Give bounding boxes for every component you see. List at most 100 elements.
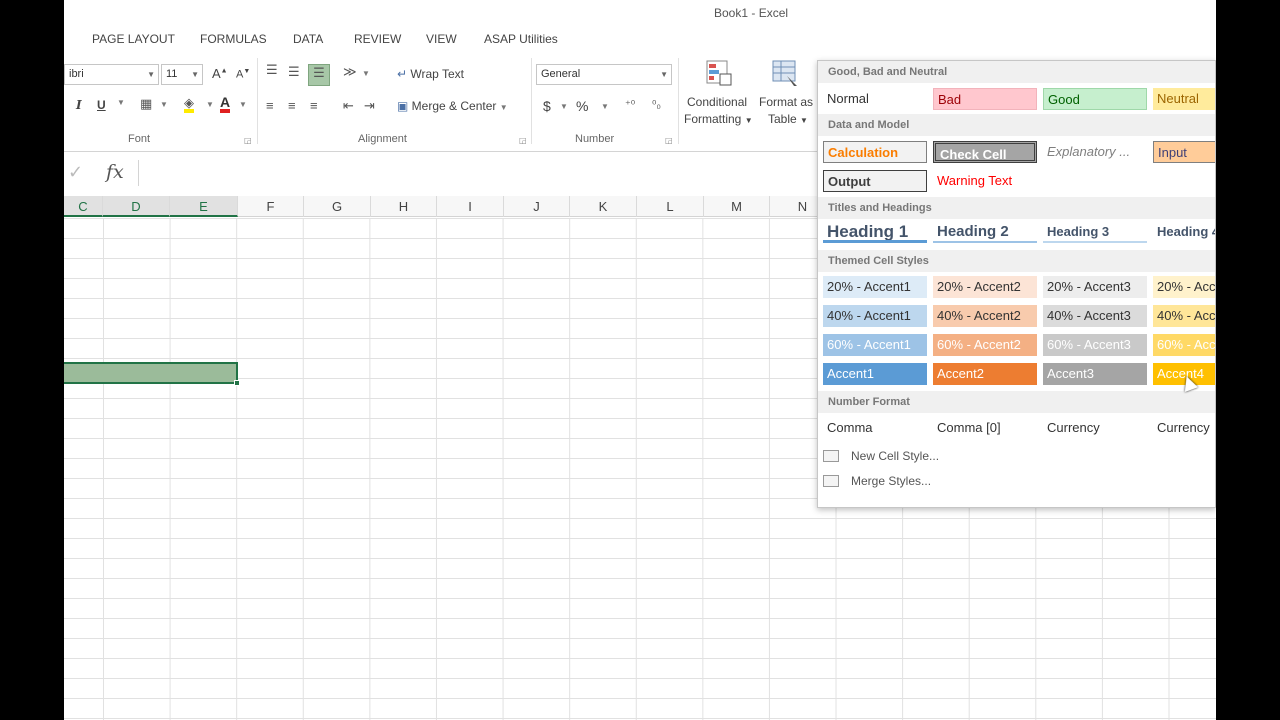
style-warning-text[interactable]: Warning Text <box>933 170 1037 192</box>
font-color-icon[interactable]: A <box>220 95 231 113</box>
dialog-launcher-icon[interactable]: ◲ <box>244 136 252 145</box>
tab-formulas[interactable]: FORMULAS <box>200 32 267 46</box>
decrease-indent-icon[interactable]: ⇤ <box>343 98 354 114</box>
tab-asap-utilities[interactable]: ASAP Utilities <box>484 32 558 46</box>
conditional-formatting-sub[interactable]: Formatting ▼ <box>684 112 753 126</box>
style-20-accent1[interactable]: 20% - Accent1 <box>823 276 927 298</box>
style-currency-0[interactable]: Currency <box>1153 417 1215 439</box>
comma-dropdown[interactable]: ▼ <box>601 102 609 111</box>
align-right-icon[interactable]: ≡ <box>310 98 318 113</box>
fill-color-icon[interactable]: ◈ <box>184 95 194 113</box>
align-left-icon[interactable]: ≡ <box>266 98 274 113</box>
shrink-font-button[interactable]: A▼ <box>236 68 250 81</box>
style-heading-1[interactable]: Heading 1 <box>823 221 927 243</box>
style-explanatory[interactable]: Explanatory ... <box>1043 141 1147 163</box>
style-check-cell[interactable]: Check Cell <box>933 141 1037 163</box>
style-output[interactable]: Output <box>823 170 927 192</box>
fill-handle[interactable] <box>234 380 240 386</box>
chevron-down-icon: ▼ <box>660 70 668 79</box>
italic-button[interactable]: I <box>76 98 82 112</box>
style-60-accent3[interactable]: 60% - Accent3 <box>1043 334 1147 356</box>
currency-dropdown[interactable]: ▼ <box>560 102 568 111</box>
number-format-combo[interactable]: General ▼ <box>536 64 672 85</box>
insert-function-button[interactable]: fx <box>106 161 124 183</box>
style-20-accent4[interactable]: 20% - Accent4 <box>1153 276 1215 298</box>
tab-view[interactable]: VIEW <box>426 32 457 46</box>
style-good[interactable]: Good <box>1043 88 1147 110</box>
column-header-i[interactable]: I <box>437 196 504 217</box>
style-60-accent2[interactable]: 60% - Accent2 <box>933 334 1037 356</box>
section-titles-headings: Titles and Headings <box>818 197 1215 219</box>
orientation-dropdown[interactable]: ▼ <box>362 69 370 78</box>
dialog-launcher-icon[interactable]: ◲ <box>519 136 527 145</box>
style-normal[interactable]: Normal <box>823 88 927 110</box>
column-header-h[interactable]: H <box>371 196 437 217</box>
style-input[interactable]: Input <box>1153 141 1215 163</box>
style-accent1[interactable]: Accent1 <box>823 363 927 385</box>
merge-center-button[interactable]: ▣ Merge & Center ▼ <box>397 99 508 113</box>
dialog-launcher-icon[interactable]: ◲ <box>665 136 673 145</box>
style-heading-4[interactable]: Heading 4 <box>1153 221 1215 243</box>
new-cell-style-item[interactable]: New Cell Style... <box>823 449 939 469</box>
style-40-accent2[interactable]: 40% - Accent2 <box>933 305 1037 327</box>
new-cell-style-label: New Cell Style... <box>851 449 940 463</box>
style-heading-3[interactable]: Heading 3 <box>1043 221 1147 243</box>
style-currency[interactable]: Currency <box>1043 417 1147 439</box>
selected-range[interactable] <box>64 362 240 386</box>
format-as-table-button[interactable]: Format as <box>759 95 813 109</box>
enter-check-icon[interactable]: ✓ <box>68 162 83 183</box>
column-header-c[interactable]: C <box>64 196 103 217</box>
column-header-e[interactable]: E <box>170 196 238 217</box>
currency-button[interactable]: $ <box>543 98 551 114</box>
borders-dropdown[interactable]: ▼ <box>160 100 168 109</box>
align-middle-icon[interactable]: ☰ <box>288 64 300 80</box>
merge-styles-item[interactable]: Merge Styles... <box>823 474 931 494</box>
align-top-icon[interactable]: ☰ <box>266 62 278 78</box>
style-20-accent2[interactable]: 20% - Accent2 <box>933 276 1037 298</box>
align-bottom-icon[interactable]: ☰ <box>308 64 330 86</box>
column-header-j[interactable]: J <box>504 196 570 217</box>
column-header-g[interactable]: G <box>304 196 371 217</box>
grow-font-button[interactable]: A▲ <box>212 66 228 81</box>
increase-decimal-icon[interactable]: ⁺⁰ <box>625 98 635 111</box>
format-as-table-sub[interactable]: Table ▼ <box>768 112 808 126</box>
conditional-line2: Formatting <box>684 112 742 126</box>
tab-data[interactable]: DATA <box>293 32 323 46</box>
style-calculation[interactable]: Calculation <box>823 141 927 163</box>
column-header-d[interactable]: D <box>103 196 170 217</box>
conditional-formatting-button[interactable]: Conditional <box>687 95 747 109</box>
underline-button[interactable]: U <box>97 98 106 112</box>
font-size-combo[interactable]: 11 ▼ <box>161 64 203 85</box>
borders-icon[interactable]: ▦ <box>140 96 152 112</box>
style-comma-0[interactable]: Comma [0] <box>933 417 1037 439</box>
wrap-text-button[interactable]: ↵ Wrap Text <box>397 67 464 81</box>
style-40-accent4[interactable]: 40% - Accent4 <box>1153 305 1215 327</box>
style-accent3[interactable]: Accent3 <box>1043 363 1147 385</box>
decrease-decimal-icon[interactable]: ⁰₀ <box>652 98 661 111</box>
style-40-accent1[interactable]: 40% - Accent1 <box>823 305 927 327</box>
font-color-dropdown[interactable]: ▼ <box>239 100 247 109</box>
style-20-accent3[interactable]: 20% - Accent3 <box>1043 276 1147 298</box>
fill-color-dropdown[interactable]: ▼ <box>206 100 214 109</box>
font-name-combo[interactable]: ibri ▼ <box>64 64 159 85</box>
style-60-accent1[interactable]: 60% - Accent1 <box>823 334 927 356</box>
tab-review[interactable]: REVIEW <box>354 32 401 46</box>
style-60-accent4[interactable]: 60% - Accent4 <box>1153 334 1215 356</box>
column-header-f[interactable]: F <box>238 196 304 217</box>
style-bad[interactable]: Bad <box>933 88 1037 110</box>
column-header-l[interactable]: L <box>637 196 704 217</box>
column-header-k[interactable]: K <box>570 196 637 217</box>
column-header-m[interactable]: M <box>704 196 770 217</box>
percent-button[interactable]: % <box>576 98 588 114</box>
orientation-icon[interactable]: ≫ <box>343 64 357 80</box>
underline-dropdown[interactable]: ▼ <box>117 98 125 107</box>
align-center-icon[interactable]: ≡ <box>288 98 296 113</box>
style-accent2[interactable]: Accent2 <box>933 363 1037 385</box>
style-neutral[interactable]: Neutral <box>1153 88 1215 110</box>
style-heading-2[interactable]: Heading 2 <box>933 221 1037 243</box>
merge-icon: ▣ <box>397 99 412 113</box>
tab-page-layout[interactable]: PAGE LAYOUT <box>92 32 175 46</box>
style-40-accent3[interactable]: 40% - Accent3 <box>1043 305 1147 327</box>
style-comma[interactable]: Comma <box>823 417 927 439</box>
increase-indent-icon[interactable]: ⇥ <box>364 98 375 114</box>
